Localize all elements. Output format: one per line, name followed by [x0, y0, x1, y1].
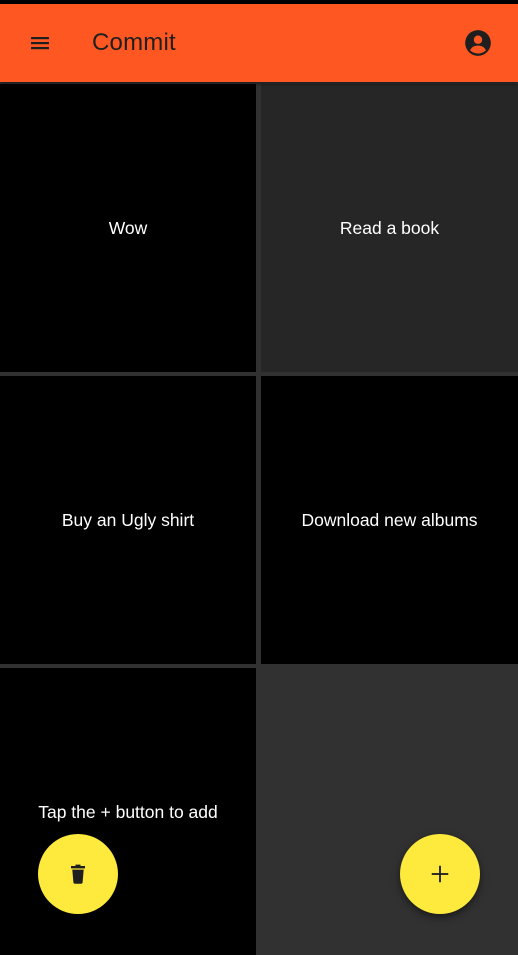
delete-button[interactable] [38, 834, 118, 914]
plus-icon [431, 865, 449, 883]
app-screen: Commit Wow Read a book Buy an Ugly shirt… [0, 0, 518, 955]
card-download-new-albums[interactable]: Download new albums [261, 376, 518, 664]
app-bar: Commit [0, 4, 518, 82]
card-tap-to-add[interactable]: Tap the + button to add [0, 668, 256, 955]
app-title: Commit [92, 29, 176, 56]
card-label: Buy an Ugly shirt [61, 510, 195, 530]
commitment-grid: Wow Read a book Buy an Ugly shirt Downlo… [0, 82, 518, 955]
card-label: Wow [108, 218, 148, 238]
add-button[interactable] [400, 834, 480, 914]
menu-icon [31, 37, 49, 50]
card-wow[interactable]: Wow [0, 84, 256, 372]
card-label: Tap the + button to add [38, 801, 218, 822]
card-read-a-book[interactable]: Read a book [261, 84, 518, 372]
card-label: Download new albums [301, 510, 478, 530]
trash-icon [71, 864, 85, 884]
account-button[interactable] [458, 23, 498, 63]
card-label: Read a book [339, 218, 440, 238]
account-circle-icon [465, 30, 491, 56]
menu-button[interactable] [20, 23, 60, 63]
card-buy-an-ugly-shirt[interactable]: Buy an Ugly shirt [0, 376, 256, 664]
